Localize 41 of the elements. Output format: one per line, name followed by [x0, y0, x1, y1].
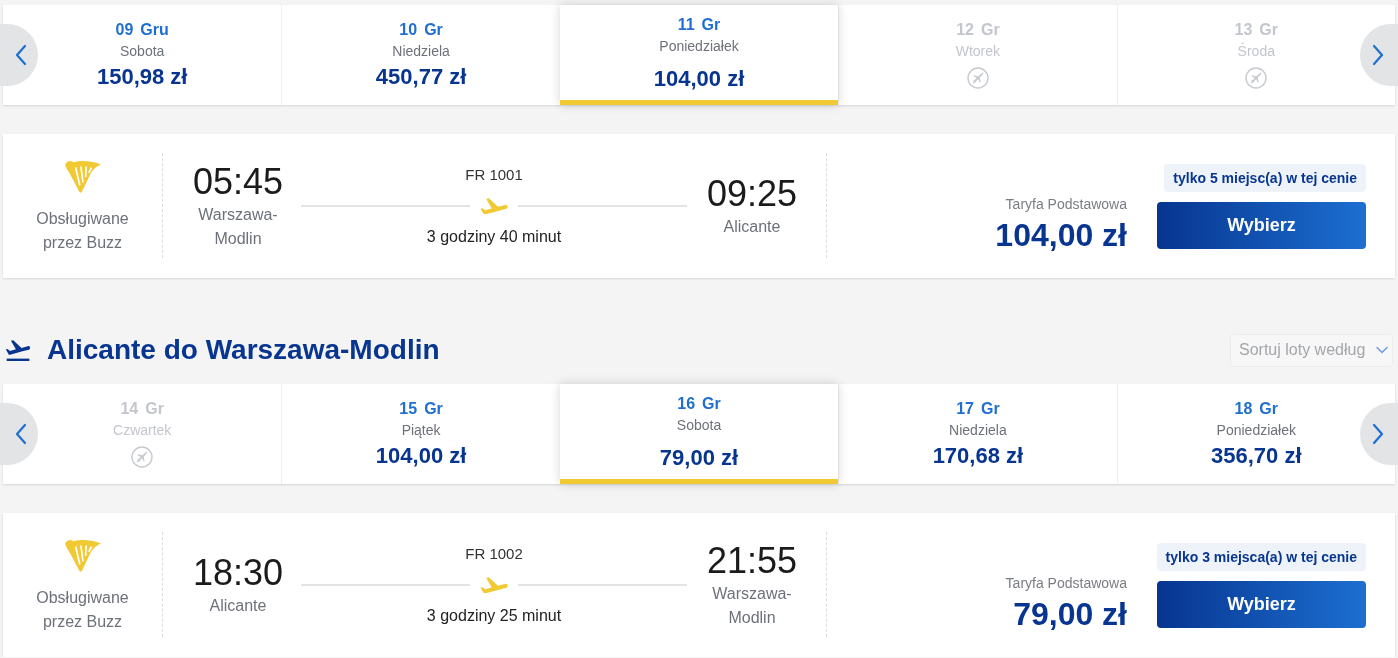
plane-icon: [480, 198, 508, 214]
flight-number: FR 1002: [465, 544, 523, 564]
fare-name: Taryfa Podstawowa: [1005, 574, 1127, 592]
operator-label: Obsługiwane przez Buzz: [35, 587, 130, 632]
date-tab[interactable]: 16 Gr Sobota 79,00 zł: [559, 384, 839, 484]
fare-name: Taryfa Podstawowa: [1005, 195, 1127, 213]
date-tab[interactable]: 17 Gr Niedziela 170,68 zł: [838, 384, 1117, 484]
departure-time: 05:45: [192, 161, 284, 203]
select-button[interactable]: Wybierz: [1157, 580, 1366, 628]
operator-label: Obsługiwane przez Buzz: [35, 208, 130, 253]
flight-duration: 3 godziny 25 minut: [426, 606, 562, 626]
no-flights-icon: [131, 446, 154, 468]
plane-icon: [480, 577, 508, 593]
chevron-right-icon: [1370, 423, 1385, 445]
chevron-left-icon: [13, 44, 28, 66]
chevron-left-icon: [13, 423, 28, 445]
date-tab[interactable]: 09 Gru Sobota 150,98 zł: [3, 5, 282, 105]
plane-takeoff-icon: [5, 339, 31, 361]
chevron-right-icon: [1370, 44, 1385, 66]
arrival-time: 09:25: [706, 173, 798, 215]
flight-number: FR 1001: [465, 165, 523, 185]
route-heading: Alicante do Warszawa-Modlin: [47, 333, 440, 367]
arrival-airport: Warszawa-Modlin: [711, 584, 793, 628]
departure-time: 18:30: [192, 552, 284, 594]
chevron-down-icon: [1376, 346, 1388, 354]
fare-price: 104,00 zł: [995, 216, 1127, 254]
no-flights-icon: [1245, 67, 1268, 89]
flight-duration: 3 godziny 40 minut: [426, 227, 562, 247]
date-tab[interactable]: 15 Gr Piątek 104,00 zł: [281, 384, 560, 484]
arrival-airport: Alicante: [723, 217, 781, 237]
no-flights-icon: [966, 67, 989, 89]
seats-left-badge: tylko 5 miejsc(a) w tej cenie: [1164, 163, 1366, 192]
departure-airport: Warszawa-Modlin: [197, 205, 279, 249]
date-tab[interactable]: 10 Gr Niedziela 450,77 zł: [281, 5, 560, 105]
select-button[interactable]: Wybierz: [1157, 201, 1366, 249]
date-tab[interactable]: 18 Gr Poniedziałek 356,70 zł: [1116, 384, 1395, 484]
fare-price: 79,00 zł: [1013, 595, 1127, 633]
date-tab[interactable]: 11 Gr Poniedziałek 104,00 zł: [559, 5, 839, 105]
arrival-time: 21:55: [706, 540, 798, 582]
seats-left-badge: tylko 3 miejsca(a) w tej cenie: [1156, 542, 1366, 571]
departure-airport: Alicante: [209, 596, 267, 616]
